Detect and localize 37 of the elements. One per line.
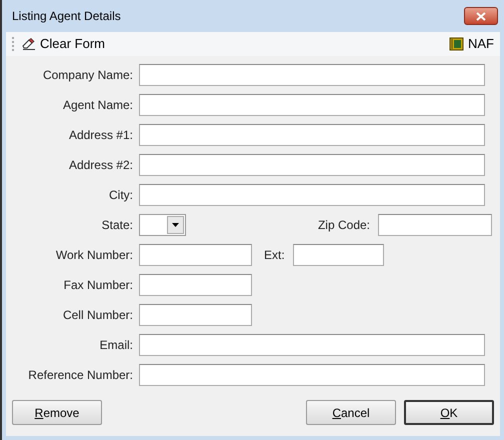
clear-form-button[interactable]: Clear Form bbox=[22, 34, 106, 54]
close-icon bbox=[476, 12, 486, 20]
field-label: Address #1: bbox=[68, 127, 134, 144]
window-title: Listing Agent Details bbox=[12, 8, 121, 25]
field-label: State: bbox=[100, 217, 134, 234]
field-label: Company Name: bbox=[42, 67, 134, 84]
field-label: Work Number: bbox=[54, 247, 134, 264]
input-field[interactable] bbox=[139, 304, 252, 326]
input-field[interactable] bbox=[139, 94, 485, 116]
input-field[interactable] bbox=[139, 244, 252, 266]
dropdown-arrow-icon bbox=[172, 223, 179, 227]
naf-button[interactable]: NAF bbox=[449, 34, 494, 54]
dialog-button[interactable]: Cancel bbox=[306, 400, 396, 425]
field-label: Ext: bbox=[263, 247, 286, 264]
state-dropdown[interactable] bbox=[139, 214, 186, 236]
field-label: Agent Name: bbox=[62, 97, 134, 114]
dialog-button[interactable]: OK bbox=[404, 400, 494, 425]
input-field[interactable] bbox=[139, 184, 485, 206]
field-label: Fax Number: bbox=[62, 277, 134, 294]
input-field[interactable] bbox=[139, 154, 485, 176]
field-label: City: bbox=[108, 187, 134, 204]
eraser-icon bbox=[22, 38, 36, 50]
input-field[interactable] bbox=[378, 214, 492, 236]
book-icon bbox=[449, 37, 464, 51]
dialog-button[interactable]: Remove bbox=[12, 400, 102, 425]
input-field[interactable] bbox=[139, 64, 485, 86]
field-label: Email: bbox=[98, 337, 134, 354]
input-field[interactable] bbox=[139, 124, 485, 146]
input-field[interactable] bbox=[139, 274, 252, 296]
field-label: Reference Number: bbox=[27, 367, 134, 384]
field-label: Cell Number: bbox=[62, 307, 134, 324]
close-button[interactable] bbox=[464, 7, 498, 25]
field-label: Address #2: bbox=[68, 157, 134, 174]
input-field[interactable] bbox=[292, 244, 384, 266]
input-field[interactable] bbox=[139, 334, 485, 356]
input-field[interactable] bbox=[139, 364, 485, 386]
field-label: Zip Code: bbox=[316, 217, 371, 234]
